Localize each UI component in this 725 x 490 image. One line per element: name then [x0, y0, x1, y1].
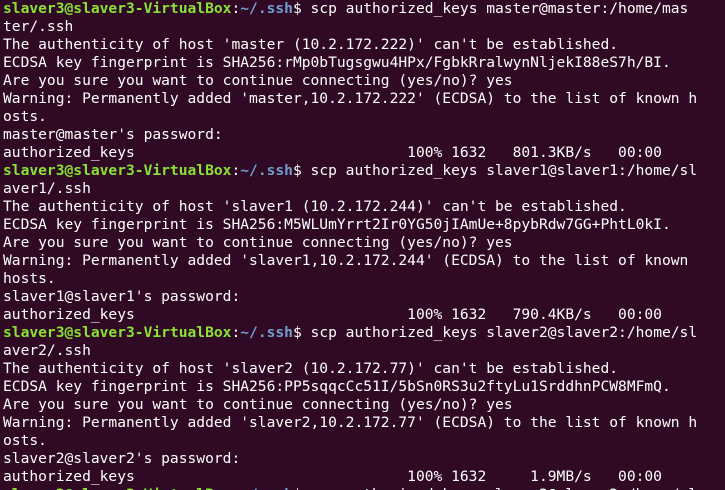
output-line: Warning: Permanently added 'master,10.2.…: [3, 90, 698, 107]
output-line: Are you sure you want to continue connec…: [3, 396, 513, 413]
output-line: slaver1@slaver1's password:: [3, 288, 241, 305]
output-line: The authenticity of host 'slaver2 (10.2.…: [3, 360, 619, 377]
output-line: The authenticity of host 'slaver1 (10.2.…: [3, 198, 627, 215]
command-text: $ scp authorized_keys slaver2@slaver2:/h…: [293, 486, 697, 490]
prompt-path: ~/.ssh: [240, 486, 293, 490]
output-line: The authenticity of host 'master (10.2.1…: [3, 36, 619, 53]
prompt-line: slaver3@slaver3-VirtualBox:~/.ssh$ scp a…: [3, 0, 725, 18]
command-text: $ scp authorized_keys slaver1@slaver1:/h…: [292, 162, 698, 179]
prompt-line: slaver3@slaver3-VirtualBox:~/.ssh$ scp a…: [3, 324, 725, 342]
output-line: ter/.ssh: [3, 18, 74, 35]
prompt-separator: :: [231, 162, 241, 179]
prompt-path: ~/.ssh: [240, 324, 293, 341]
prompt-separator: :: [231, 324, 241, 341]
output-line: authorized_keys 100% 1632 801.3KB/s 00:0…: [3, 144, 662, 161]
output-line: hosts.: [3, 270, 56, 287]
output-line: Are you sure you want to continue connec…: [3, 72, 513, 89]
terminal-output[interactable]: slaver3@slaver3-VirtualBox:~/.ssh$ scp a…: [0, 0, 725, 490]
command-text: $ scp authorized_keys slaver2@slaver2:/h…: [292, 324, 698, 341]
prompt-user-host: slaver3@slaver3-VirtualBox: [3, 324, 232, 341]
prompt-user-host: slaver3@slaver3-VirtualBox: [3, 162, 232, 179]
output-line: slaver2@slaver2's password:: [3, 450, 241, 467]
output-line: osts.: [3, 432, 47, 449]
output-line: authorized_keys 100% 1632 1.9MB/s 00:00: [3, 468, 662, 485]
prompt-user-host: slaver3@slaver3-VirtualBox: [3, 486, 231, 490]
output-line: ECDSA key fingerprint is SHA256:PP5sqqcC…: [3, 378, 671, 395]
prompt-user-host: slaver3@slaver3-VirtualBox: [3, 0, 232, 17]
output-line: aver2/.ssh: [3, 342, 91, 359]
prompt-line: slaver3@slaver3-VirtualBox:~/.ssh$ scp a…: [3, 486, 725, 490]
prompt-line: slaver3@slaver3-VirtualBox:~/.ssh$ scp a…: [3, 162, 725, 180]
prompt-separator: :: [231, 0, 241, 17]
output-line: ECDSA key fingerprint is SHA256:rMp0bTug…: [3, 54, 671, 71]
output-line: Warning: Permanently added 'slaver2,10.2…: [3, 414, 698, 431]
output-line: Are you sure you want to continue connec…: [3, 234, 513, 251]
output-line: aver1/.ssh: [3, 180, 91, 197]
output-line: Warning: Permanently added 'slaver1,10.2…: [3, 252, 689, 269]
output-line: authorized_keys 100% 1632 790.4KB/s 00:0…: [3, 306, 662, 323]
prompt-separator: :: [231, 486, 240, 490]
command-text: $ scp authorized_keys master@master:/hom…: [292, 0, 689, 17]
prompt-path: ~/.ssh: [240, 0, 293, 17]
output-line: ECDSA key fingerprint is SHA256:M5WLUmYr…: [3, 216, 671, 233]
prompt-path: ~/.ssh: [240, 162, 293, 179]
output-line: osts.: [3, 108, 47, 125]
output-line: master@master's password:: [3, 126, 223, 143]
